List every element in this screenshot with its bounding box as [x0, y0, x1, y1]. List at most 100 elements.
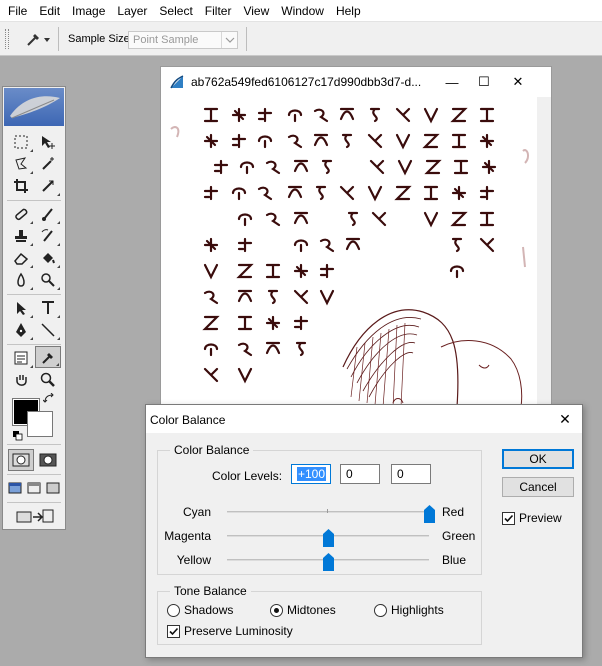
preview-checkbox[interactable]: Preview: [502, 511, 562, 525]
glyph-stroke: [319, 289, 335, 306]
crop-tool-icon[interactable]: [8, 175, 34, 197]
yellow-blue-slider-thumb[interactable]: [322, 553, 334, 571]
glyph-stroke: [287, 134, 303, 149]
cyan-red-slider-track[interactable]: [227, 505, 435, 523]
toolbox-header[interactable]: [4, 88, 64, 126]
menu-image[interactable]: Image: [66, 0, 111, 22]
maximize-button[interactable]: ☐: [471, 71, 497, 93]
menu-view[interactable]: View: [237, 0, 275, 22]
eyedropper-icon: [27, 34, 50, 46]
preserve-luminosity-checkbox[interactable]: Preserve Luminosity: [167, 624, 293, 638]
glyph-stroke: [424, 159, 442, 175]
document-title: ab762a549fed6106127c17d990dbb3d7-d...: [191, 75, 422, 89]
menu-window[interactable]: Window: [275, 0, 330, 22]
document-window: ab762a549fed6106127c17d990dbb3d7-d... — …: [160, 66, 552, 408]
line-tool-icon[interactable]: [35, 319, 61, 341]
options-bar: Sample Size: Point Sample: [0, 22, 602, 56]
yellow-blue-slider-track[interactable]: [227, 553, 429, 571]
dialog-close-button[interactable]: ✕: [554, 409, 576, 429]
document-titlebar[interactable]: ab762a549fed6106127c17d990dbb3d7-d... — …: [161, 67, 551, 97]
screen-mode-full-icon[interactable]: [44, 477, 62, 499]
menu-help[interactable]: Help: [330, 0, 367, 22]
glyph-stroke: [319, 238, 335, 253]
preserve-luminosity-label: Preserve Luminosity: [184, 624, 293, 638]
document-canvas[interactable]: [161, 97, 551, 407]
type-tool-icon[interactable]: [35, 297, 61, 319]
blur-tool-icon[interactable]: [8, 269, 34, 291]
quick-mask-mode-icon[interactable]: [35, 449, 61, 471]
brush-tool-icon[interactable]: [35, 203, 61, 225]
glyph-stroke: [293, 159, 309, 173]
standard-mode-icon[interactable]: [8, 449, 34, 471]
photoshop-document-icon: [169, 74, 185, 90]
jump-to-imageready-icon[interactable]: [13, 505, 57, 527]
glyph-stroke: [237, 289, 253, 303]
minimize-button[interactable]: —: [439, 71, 465, 93]
glyph-stroke: [479, 107, 495, 123]
lasso-tool-icon[interactable]: [8, 153, 34, 175]
shadows-radio[interactable]: Shadows: [167, 603, 233, 617]
pen-tool-icon[interactable]: [8, 319, 34, 341]
menu-edit[interactable]: Edit: [33, 0, 66, 22]
cyan-red-slider-thumb[interactable]: [423, 505, 435, 523]
glyph-stroke: [339, 185, 355, 201]
paint-bucket-tool-icon[interactable]: [35, 247, 61, 269]
highlights-radio[interactable]: Highlights: [374, 603, 444, 617]
path-selection-tool-icon[interactable]: [8, 297, 34, 319]
glyph-stroke: [423, 185, 439, 201]
glyph-stroke: [479, 185, 495, 201]
healing-brush-tool-icon[interactable]: [8, 203, 34, 225]
menu-select[interactable]: Select: [153, 0, 198, 22]
notes-tool-icon[interactable]: [8, 347, 34, 369]
history-brush-tool-icon[interactable]: [35, 225, 61, 247]
background-color-swatch[interactable]: [27, 411, 53, 437]
glyph-stroke: [449, 265, 465, 279]
glyph-stroke: [231, 107, 247, 123]
glyph-stroke: [293, 263, 309, 279]
glyph-stroke: [369, 159, 385, 175]
move-tool-icon[interactable]: [35, 131, 61, 153]
screen-mode-standard-icon[interactable]: [6, 477, 24, 499]
menu-file[interactable]: File: [2, 0, 33, 22]
eyedropper-tool-icon[interactable]: [35, 346, 61, 368]
cancel-button[interactable]: Cancel: [502, 477, 574, 497]
clone-stamp-tool-icon[interactable]: [8, 225, 34, 247]
midtones-radio[interactable]: Midtones: [270, 603, 336, 617]
zoom-tool-icon[interactable]: [35, 369, 61, 391]
glyph-stroke: [367, 185, 383, 202]
magenta-green-slider-thumb[interactable]: [322, 529, 334, 547]
document-scrollbar[interactable]: [537, 97, 551, 407]
magic-wand-tool-icon[interactable]: [35, 153, 61, 175]
eraser-tool-icon[interactable]: [8, 247, 34, 269]
glyph-stroke: [203, 185, 219, 201]
glyph-stroke: [451, 185, 467, 201]
color-level-cyan-red-value: +100: [297, 467, 327, 481]
options-separator: [58, 27, 59, 51]
screen-mode-menubar-icon[interactable]: [25, 477, 43, 499]
feather-logo-icon: [10, 96, 60, 119]
slice-tool-icon[interactable]: [35, 175, 61, 197]
glyph-stroke: [422, 133, 440, 149]
hand-tool-icon[interactable]: [8, 369, 34, 391]
menu-layer[interactable]: Layer: [111, 0, 153, 22]
preserve-luminosity-box: [167, 624, 180, 638]
glyph-stroke: [295, 341, 307, 357]
dodge-tool-icon[interactable]: [35, 269, 61, 291]
glyph-stroke: [265, 341, 281, 355]
sample-size-select[interactable]: Point Sample: [128, 31, 238, 49]
options-bar-grip[interactable]: [5, 29, 9, 49]
magenta-green-slider-track[interactable]: [227, 529, 429, 547]
swap-colors-icon[interactable]: [42, 392, 55, 408]
default-colors-icon[interactable]: [13, 430, 23, 441]
tool-preset-picker[interactable]: [20, 28, 54, 50]
color-level-magenta-green-input[interactable]: 0: [340, 464, 380, 484]
ok-button[interactable]: OK: [502, 449, 574, 469]
color-level-yellow-blue-input[interactable]: 0: [391, 464, 431, 484]
glyph-stroke: [237, 237, 253, 253]
color-level-cyan-red-input[interactable]: +100: [291, 464, 331, 484]
marquee-tool-icon[interactable]: [8, 131, 34, 153]
close-button[interactable]: ✕: [505, 71, 531, 93]
dialog-titlebar[interactable]: Color Balance ✕: [146, 405, 582, 433]
tone-balance-group: Tone Balance Shadows Midtones Highlights…: [157, 584, 482, 645]
menu-filter[interactable]: Filter: [199, 0, 238, 22]
